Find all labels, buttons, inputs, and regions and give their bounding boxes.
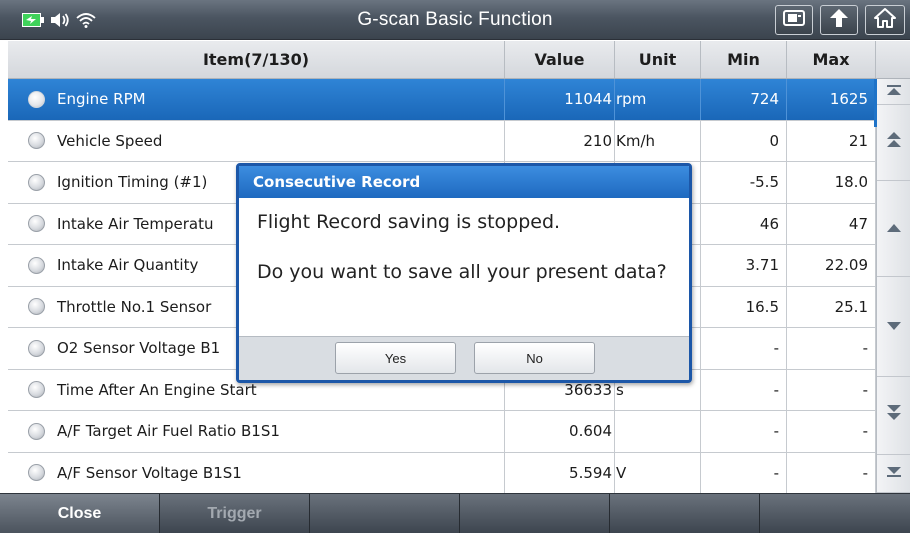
radio-button[interactable] [28,132,45,150]
page-down-icon [886,404,902,427]
header-corner [876,41,910,79]
consecutive-record-dialog: Consecutive Record Flight Record saving … [236,163,692,383]
line-up-button[interactable] [877,181,910,277]
max-cell: - [787,452,876,493]
dialog-title: Consecutive Record [239,166,689,198]
item-label: Time After An Engine Start [57,380,257,399]
max-cell: 21 [787,120,876,161]
scroll-bottom-icon [886,465,902,483]
header-max[interactable]: Max [787,41,876,78]
radio-button[interactable] [28,422,45,440]
max-cell: 18.0 [787,162,876,203]
screen-capture-button[interactable] [775,5,813,35]
min-cell: 724 [701,79,787,120]
scroll-bottom-button[interactable] [877,455,910,493]
item-label: A/F Target Air Fuel Ratio B1S1 [57,422,280,441]
max-cell: 1625 [787,79,876,120]
value-cell: 210 [505,120,615,161]
item-label: Vehicle Speed [57,131,163,150]
no-button[interactable]: No [474,342,595,374]
home-icon [874,7,896,33]
toolbar-slot-3[interactable] [310,494,460,533]
unit-cell: rpm [615,79,701,120]
max-cell: 22.09 [787,245,876,286]
screen-capture-icon [783,9,805,32]
item-cell: A/F Target Air Fuel Ratio B1S1 [8,411,505,452]
scrollbar[interactable] [874,79,910,493]
page-up-button[interactable] [877,105,910,181]
min-cell: 16.5 [701,286,787,327]
value-cell: 0.604 [505,411,615,452]
toolbar-slot-6[interactable] [760,494,910,533]
dialog-message-line1: Flight Record saving is stopped. [257,211,561,233]
yes-button[interactable]: Yes [335,342,456,374]
item-label: Engine RPM [57,90,146,109]
header-item[interactable]: Item(7/130) [8,41,505,78]
min-cell: - [701,369,787,410]
value-cell: 5.594 [505,452,615,493]
table-row[interactable]: Vehicle Speed 210 Km/h 0 21 [8,120,876,162]
toolbar-slot-4[interactable] [460,494,610,533]
radio-button[interactable] [28,464,45,482]
radio-button[interactable] [28,90,45,108]
window-title: G-scan Basic Function [357,9,553,30]
trigger-button[interactable]: Trigger [160,494,310,533]
min-cell: 3.71 [701,245,787,286]
radio-button[interactable] [28,256,45,274]
radio-button[interactable] [28,298,45,316]
radio-button[interactable] [28,381,45,399]
back-button[interactable] [820,5,858,35]
value-cell: 11044 [505,79,615,120]
title-bar: G-scan Basic Function [0,0,910,40]
radio-button[interactable] [28,215,45,233]
min-cell: 0 [701,120,787,161]
scroll-top-button[interactable] [877,79,910,105]
dialog-message-line2: Do you want to save all your present dat… [257,261,667,283]
min-cell: - [701,452,787,493]
max-cell: - [787,411,876,452]
table-row[interactable]: A/F Target Air Fuel Ratio B1S1 0.604 - - [8,411,876,453]
page-down-button[interactable] [877,377,910,455]
item-label: O2 Sensor Voltage B1 [57,339,221,358]
dialog-footer: Yes No [239,336,689,380]
max-cell: 25.1 [787,286,876,327]
max-cell: - [787,328,876,369]
item-label: Intake Air Quantity [57,256,199,275]
max-cell: 47 [787,203,876,244]
unit-cell: V [615,452,701,493]
item-label: A/F Sensor Voltage B1S1 [57,463,242,482]
min-cell: - [701,328,787,369]
radio-button[interactable] [28,173,45,191]
bottom-toolbar: Close Trigger [0,493,910,533]
item-label: Intake Air Temperatu [57,214,214,233]
item-label: Ignition Timing (#1) [57,173,208,192]
table-header: Item(7/130) Value Unit Min Max [8,41,876,79]
line-down-icon [886,318,902,336]
dialog-message: Flight Record saving is stopped. Do you … [239,198,689,285]
header-unit[interactable]: Unit [615,41,701,78]
unit-cell: Km/h [615,120,701,161]
radio-button[interactable] [28,339,45,357]
item-cell: Vehicle Speed [8,120,505,161]
header-min[interactable]: Min [701,41,787,78]
page-up-icon [886,131,902,154]
max-cell: - [787,369,876,410]
scroll-top-icon [886,83,902,101]
header-value[interactable]: Value [505,41,615,78]
item-label: Throttle No.1 Sensor [57,297,212,316]
back-icon [828,8,850,33]
min-cell: 46 [701,203,787,244]
min-cell: -5.5 [701,162,787,203]
table-row[interactable]: Engine RPM 11044 rpm 724 1625 [8,79,876,121]
unit-cell [615,411,701,452]
home-button[interactable] [865,5,905,35]
toolbar-slot-5[interactable] [610,494,760,533]
table-row[interactable]: A/F Sensor Voltage B1S1 5.594 V - - [8,452,876,494]
min-cell: - [701,411,787,452]
item-cell: A/F Sensor Voltage B1S1 [8,452,505,493]
line-down-button[interactable] [877,277,910,377]
close-button[interactable]: Close [0,494,160,533]
line-up-icon [886,220,902,238]
item-cell: Engine RPM [8,79,505,120]
